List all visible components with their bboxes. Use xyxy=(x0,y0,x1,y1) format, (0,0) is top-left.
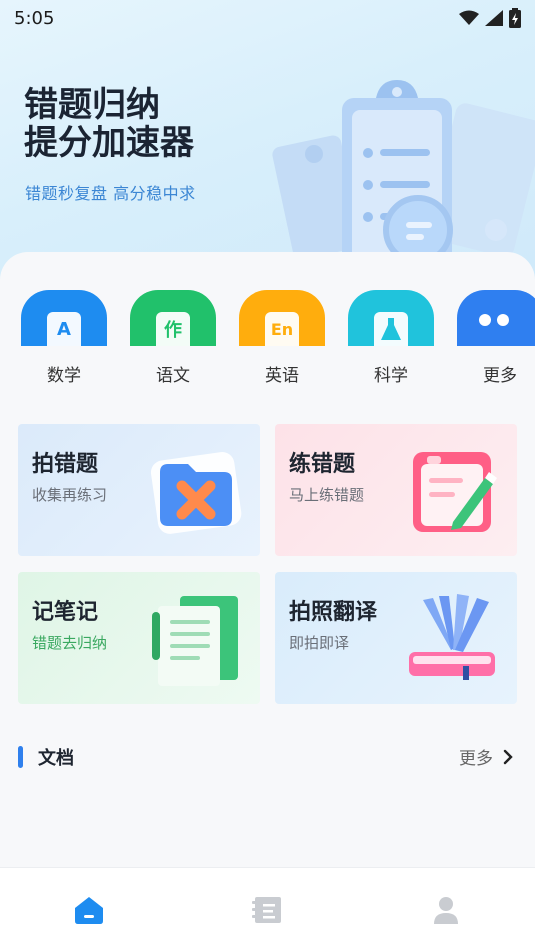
bottom-navigation xyxy=(0,867,535,951)
subject-label: 语文 xyxy=(156,366,190,386)
chevron-right-icon xyxy=(503,749,513,764)
subject-label: 科学 xyxy=(374,366,408,386)
subject-label: 英语 xyxy=(265,366,299,386)
more-label: 更多 xyxy=(459,749,493,769)
compass-glyph: A xyxy=(47,312,81,346)
feature-desc: 收集再练习 xyxy=(32,486,108,504)
documents-section-header: 文档 更多 xyxy=(0,738,535,778)
battery-icon xyxy=(509,8,521,28)
subject-english[interactable]: En 英语 xyxy=(239,290,325,390)
math-icon: A xyxy=(21,290,107,346)
subject-label: 更多 xyxy=(483,366,517,386)
chinese-icon: 作 xyxy=(130,290,216,346)
feature-desc: 错题去归纳 xyxy=(32,634,108,652)
notebook-icon xyxy=(252,896,282,923)
subject-list: A 数学 作 语文 En 英语 科学 更多 xyxy=(0,290,535,390)
wifi-icon xyxy=(459,10,479,25)
content-sheet: A 数学 作 语文 En 英语 科学 更多 拍错题 收集再练习 练错题 马上练错… xyxy=(0,252,535,867)
hero-title-line1: 错题归纳 xyxy=(24,85,160,125)
nav-home[interactable] xyxy=(59,880,119,940)
feature-desc: 马上练错题 xyxy=(289,486,365,504)
notebook-icon xyxy=(152,596,238,686)
home-icon xyxy=(75,896,104,924)
documents-more-link[interactable]: 更多 xyxy=(459,744,513,769)
subject-science[interactable]: 科学 xyxy=(348,290,434,390)
english-glyph: En xyxy=(265,312,299,346)
subject-chinese[interactable]: 作 语文 xyxy=(130,290,216,390)
nav-profile[interactable] xyxy=(416,880,476,940)
flask-glyph xyxy=(374,312,408,346)
book-icon xyxy=(409,594,495,680)
feature-desc: 即拍即译 xyxy=(289,634,350,652)
section-accent-bar xyxy=(18,746,23,768)
hero-title-line2: 提分加速器 xyxy=(24,123,194,163)
hero-title: 错题归纳 提分加速器 xyxy=(24,86,194,162)
feature-take-notes[interactable]: 记笔记 错题去归纳 xyxy=(18,572,260,704)
status-icons xyxy=(459,8,521,28)
worksheet-pen-icon xyxy=(413,452,497,532)
feature-capture-mistakes[interactable]: 拍错题 收集再练习 xyxy=(18,424,260,556)
signal-icon xyxy=(485,10,503,26)
dots-icon xyxy=(479,314,509,326)
writing-glyph: 作 xyxy=(156,312,190,346)
science-icon xyxy=(348,290,434,346)
feature-photo-translate[interactable]: 拍照翻译 即拍即译 xyxy=(275,572,517,704)
nav-notebook[interactable] xyxy=(237,880,297,940)
feature-title: 拍错题 xyxy=(32,452,99,477)
feature-title: 记笔记 xyxy=(32,600,99,625)
folder-x-icon xyxy=(150,452,242,534)
status-time: 5:05 xyxy=(14,7,55,29)
flask-icon xyxy=(381,318,401,340)
subject-more[interactable]: 更多 xyxy=(457,290,535,390)
clipboard-illustration-icon xyxy=(272,80,535,265)
profile-icon xyxy=(433,896,458,924)
hero-subtitle: 错题秒复盘 高分稳中求 xyxy=(25,184,196,203)
status-bar: 5:05 xyxy=(0,0,535,36)
feature-title: 练错题 xyxy=(289,452,356,477)
subject-math[interactable]: A 数学 xyxy=(21,290,107,390)
more-icon xyxy=(457,290,535,346)
subject-label: 数学 xyxy=(47,366,81,386)
feature-practice-mistakes[interactable]: 练错题 马上练错题 xyxy=(275,424,517,556)
documents-title: 文档 xyxy=(38,748,74,769)
english-icon: En xyxy=(239,290,325,346)
feature-title: 拍照翻译 xyxy=(289,600,378,625)
